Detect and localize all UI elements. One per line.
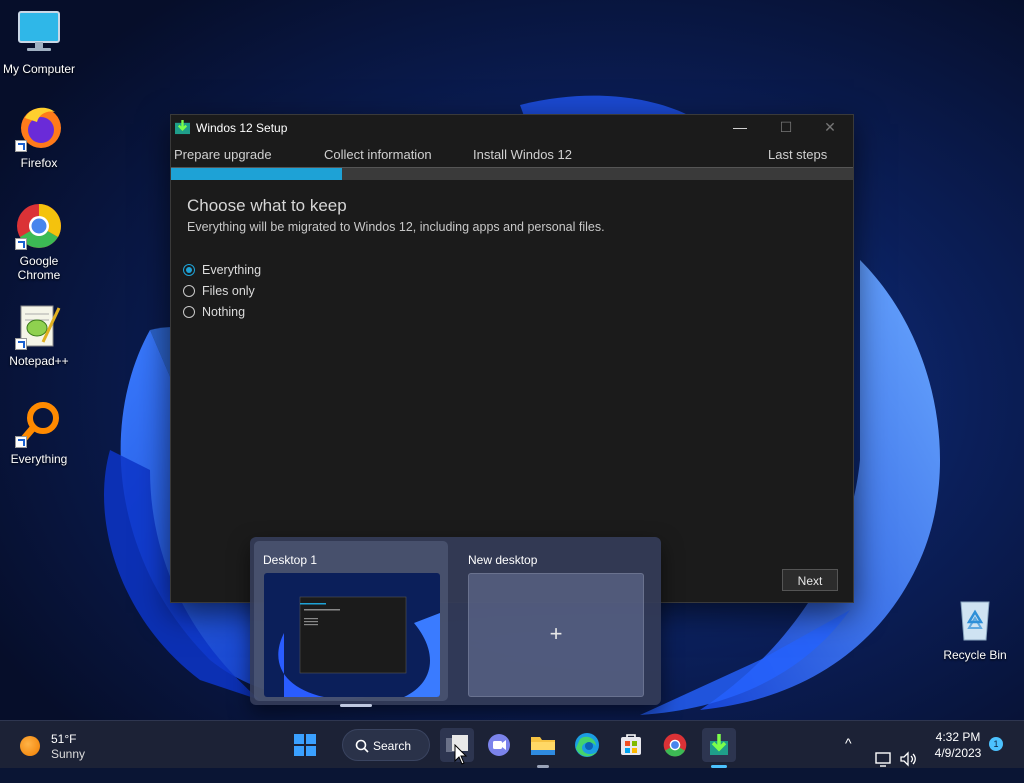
setup-taskbar-button[interactable] [702,728,736,768]
task-view-panel: Desktop 1 New desktop + [250,537,661,707]
search-icon [355,739,369,753]
desktop-card-label: New desktop [468,553,538,567]
setup-icon [175,120,190,135]
chrome-icon [15,202,63,250]
next-button[interactable]: Next [782,569,838,591]
start-button[interactable] [288,728,322,762]
weather-temperature: 51°F [51,732,77,746]
option-nothing[interactable]: Nothing [183,303,245,321]
setup-window: Windos 12 Setup — ☐ ✕ Prepare upgrade Co… [170,114,854,603]
option-label: Nothing [202,305,246,319]
maximize-button[interactable]: ☐ [763,115,809,141]
desktop-1-thumbnail[interactable] [264,573,440,697]
monitor-icon [15,10,63,58]
desktop-icon-label: Recycle Bin [943,648,1007,662]
recycle-bin-icon [951,596,999,644]
notification-badge[interactable]: 1 [989,737,1003,751]
desktop-icon-label: Firefox [20,156,58,170]
desktop-card-1[interactable]: Desktop 1 [254,541,448,707]
desktop-icon-google-chrome[interactable]: Google Chrome [0,202,78,282]
firefox-icon [15,104,63,152]
step-install: Install Windos 12 [473,147,572,162]
weather-condition: Sunny [51,747,86,761]
option-everything[interactable]: Everything [183,261,261,279]
desktop-icon-notepadpp[interactable]: Notepad++ [0,302,78,368]
start-icon [294,734,316,756]
taskbar-search-box[interactable]: Search [342,729,430,761]
setup-icon [710,734,728,755]
desktop-card-label: Desktop 1 [263,553,318,567]
file-explorer-icon [531,737,555,755]
option-label: Everything [202,263,262,277]
chrome-button[interactable] [658,728,692,762]
setup-progress-bar [171,167,853,180]
teams-chat-icon [488,734,510,756]
search-label: Search [373,739,412,753]
chrome-icon [663,733,687,757]
taskbar: 51°F Sunny Search ^ 4:32 PM 4/9/2023 1 [0,720,1024,768]
new-desktop-button[interactable]: + [468,573,644,697]
minimize-button[interactable]: — [717,115,763,141]
store-icon [621,734,641,755]
desktop-icon-label: My Computer [2,62,76,76]
close-button[interactable]: ✕ [807,115,853,141]
mouse-cursor-icon [454,744,468,765]
new-desktop-card[interactable]: New desktop + [462,541,656,701]
notepadpp-icon [15,302,63,350]
option-label: Files only [202,284,255,298]
volume-icon[interactable] [898,735,918,783]
tray-overflow-chevron[interactable]: ^ [845,735,852,755]
progress-fill [171,168,342,180]
sun-icon [20,736,40,756]
step-last-steps: Last steps [768,147,828,162]
window-title: Windos 12 Setup [196,121,288,135]
page-title: Choose what to keep [187,196,347,215]
plus-icon: + [549,621,563,646]
page-subtitle: Everything will be migrated to Windos 12… [187,220,605,234]
step-prepare-upgrade: Prepare upgrade [174,147,272,162]
radio-everything[interactable] [183,264,195,276]
magnifier-icon [15,400,63,448]
edge-icon [575,733,599,757]
teams-chat-button[interactable] [482,728,516,762]
desktop-icon-everything[interactable]: Everything [0,400,78,466]
option-files-only[interactable]: Files only [183,282,255,300]
radio-files-only[interactable] [183,285,195,297]
step-list: Prepare upgrade Collect information Inst… [171,147,853,167]
desktop-icon-label: Google Chrome [17,254,61,282]
desktop-icon-my-computer[interactable]: My Computer [0,10,78,76]
desktop-icon-label: Notepad++ [9,354,69,368]
step-collect-information: Collect information [324,147,432,162]
network-icon[interactable] [874,735,894,783]
file-explorer-button[interactable] [526,728,560,768]
desktop-icon-firefox[interactable]: Firefox [0,104,78,170]
desktop-icon-recycle-bin[interactable]: Recycle Bin [936,596,1014,662]
system-clock[interactable]: 4:32 PM 4/9/2023 [928,729,988,761]
clock-date: 4/9/2023 [934,746,982,760]
active-desktop-indicator [340,704,372,707]
desktop-icon-label: Everything [10,452,68,466]
edge-button[interactable] [570,728,604,762]
store-button[interactable] [614,728,648,762]
clock-time: 4:32 PM [935,730,981,744]
weather-widget[interactable]: 51°F Sunny [18,731,128,761]
title-bar[interactable]: Windos 12 Setup — ☐ ✕ [171,115,853,141]
radio-nothing[interactable] [183,306,195,318]
